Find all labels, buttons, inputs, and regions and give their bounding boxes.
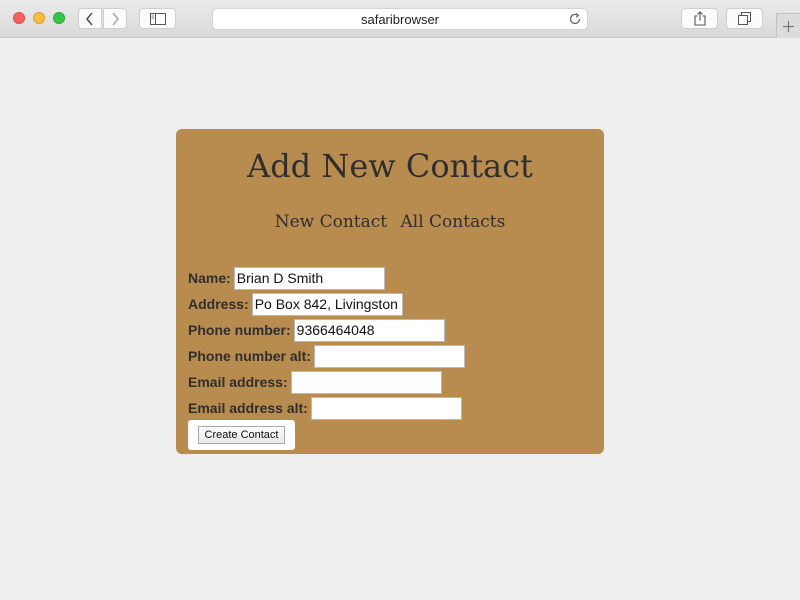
contact-form: Name: Address: Phone number: Phone numbe… <box>188 265 465 421</box>
share-icon <box>693 11 706 26</box>
page-title: Add New Contact <box>247 147 533 185</box>
field-row-email: Email address: <box>188 369 465 395</box>
address-input[interactable] <box>251 292 403 316</box>
submit-container: Create Contact <box>188 420 295 450</box>
contact-form-card: Add New Contact New Contact All Contacts… <box>176 129 604 454</box>
field-row-email-alt: Email address alt: <box>188 395 465 421</box>
chevron-left-icon <box>85 11 93 26</box>
browser-toolbar: safaribrowser <box>0 0 800 38</box>
url-text: safaribrowser <box>360 12 440 27</box>
email-alt-input[interactable] <box>310 396 462 420</box>
field-row-phone-alt: Phone number alt: <box>188 343 465 369</box>
field-row-address: Address: <box>188 291 465 317</box>
nav-link-new-contact[interactable]: New Contact <box>275 212 387 232</box>
sidebar-icon <box>149 12 166 25</box>
email-label: Email address: <box>188 374 288 390</box>
create-contact-button[interactable]: Create Contact <box>197 426 286 444</box>
nav-link-all-contacts[interactable]: All Contacts <box>401 212 506 232</box>
field-row-phone: Phone number: <box>188 317 465 343</box>
name-input[interactable] <box>233 266 385 290</box>
email-input[interactable] <box>290 370 442 394</box>
name-label: Name: <box>188 270 231 286</box>
share-button[interactable] <box>681 8 718 29</box>
forward-button[interactable] <box>103 8 127 29</box>
show-tabs-button[interactable] <box>726 8 763 29</box>
field-row-name: Name: <box>188 265 465 291</box>
new-tab-button[interactable] <box>776 13 800 38</box>
maximize-window-button[interactable] <box>53 12 65 24</box>
email-alt-label: Email address alt: <box>188 400 308 416</box>
address-bar[interactable]: safaribrowser <box>212 8 588 30</box>
tabs-icon <box>738 12 751 25</box>
close-window-button[interactable] <box>13 12 25 24</box>
reload-icon[interactable] <box>568 12 582 26</box>
chevron-right-icon <box>112 11 120 26</box>
sidebar-button[interactable] <box>139 8 176 29</box>
address-label: Address: <box>188 296 249 312</box>
nav-links: New Contact All Contacts <box>176 212 604 232</box>
phone-alt-label: Phone number alt: <box>188 348 311 364</box>
plus-icon <box>783 20 794 32</box>
phone-label: Phone number: <box>188 322 291 338</box>
phone-input[interactable] <box>293 318 445 342</box>
minimize-window-button[interactable] <box>33 12 45 24</box>
back-button[interactable] <box>78 8 102 29</box>
phone-alt-input[interactable] <box>313 344 465 368</box>
